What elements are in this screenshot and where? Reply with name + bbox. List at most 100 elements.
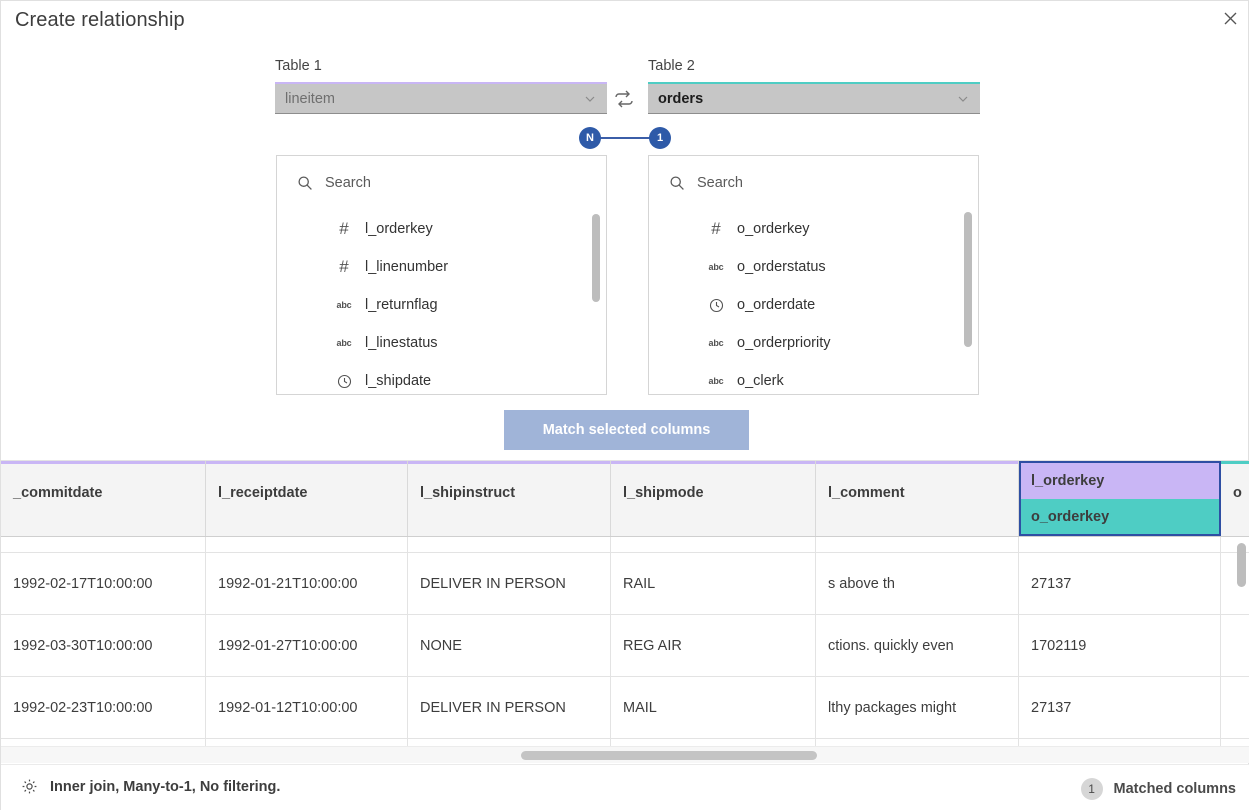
preview-column-header[interactable]: l_shipinstruct <box>408 461 611 536</box>
dialog-title-bar: Create relationship <box>1 1 1249 43</box>
table-cell: lthy packages might <box>816 677 1019 738</box>
table2-column-item[interactable]: # o_orderkey <box>649 210 978 248</box>
clock-type-icon <box>335 374 353 389</box>
matched-header-table2-column: o_orderkey <box>1021 499 1219 535</box>
table-cell <box>1019 537 1221 552</box>
table1-column-panel: Search #l_orderkey#l_linenumberabcl_retu… <box>276 155 607 395</box>
dialog-footer: Inner join, Many-to-1, No filtering. 1 M… <box>1 764 1249 810</box>
table-row: 1992-02-23T10:00:001992-01-12T10:00:00DE… <box>1 677 1249 739</box>
preview-column-header[interactable]: l_comment <box>816 461 1019 536</box>
table-cell <box>1221 677 1249 738</box>
number-type-icon: # <box>707 219 725 239</box>
table-cell: 1992-01-21T10:00:00 <box>206 553 408 614</box>
table-row <box>1 537 1249 553</box>
column-name: o_orderstatus <box>737 259 826 275</box>
preview-column-header[interactable]: l_receiptdate <box>206 461 408 536</box>
table2-column-panel: Search # o_orderkeyabc o_orderstatus o_orde… <box>648 155 979 395</box>
table1-column-item[interactable]: #l_orderkey <box>277 210 606 248</box>
match-selected-columns-button[interactable]: Match selected columns <box>504 410 749 450</box>
matched-columns-count: 1 <box>1081 778 1103 800</box>
column-name: o_orderkey <box>737 221 810 237</box>
search-icon <box>669 175 685 191</box>
table1-column-item[interactable]: # l_linenumber <box>277 248 606 286</box>
column-name: l_returnflag <box>365 297 438 313</box>
table-cell: REG AIR <box>611 615 816 676</box>
column-name: l_linenumber <box>365 259 448 275</box>
close-icon[interactable] <box>1218 6 1242 30</box>
table1-column-item[interactable]: abc l_returnflag <box>277 286 606 324</box>
preview-column-header[interactable]: o <box>1221 461 1249 536</box>
table1-column-item[interactable]: l_shipdate <box>277 362 606 395</box>
table-cell: ctions. quickly even <box>816 615 1019 676</box>
column-name: o_clerk <box>737 373 784 389</box>
column-name: o_orderpriority <box>737 335 831 351</box>
table-row: 1992-03-30T10:00:001992-01-27T10:00:00NO… <box>1 615 1249 677</box>
table2-column-item[interactable]: abc o_orderpriority <box>649 324 978 362</box>
swap-tables-icon[interactable] <box>613 89 635 109</box>
text-type-icon: abc <box>707 262 725 272</box>
table1-search-placeholder: Search <box>325 175 371 191</box>
table-cell: RAIL <box>611 553 816 614</box>
table1-value: lineitem <box>285 91 583 107</box>
table2-column-list: #o_orderkeyabco_orderstatuso_orderdateab… <box>649 210 978 395</box>
table2-search-input[interactable]: Search <box>649 156 978 210</box>
table-cell: NONE <box>408 615 611 676</box>
table-cell: s above th <box>816 553 1019 614</box>
table2-column-item[interactable]: abc o_clerk <box>649 362 978 395</box>
table2-search-placeholder: Search <box>697 175 743 191</box>
column-name: l_linestatus <box>365 335 438 351</box>
table-cell <box>1221 615 1249 676</box>
table-cell <box>611 537 816 552</box>
table2-label: Table 2 <box>648 58 695 74</box>
table1-search-input[interactable]: Search <box>277 156 606 210</box>
table2-list-scrollbar[interactable] <box>964 212 972 347</box>
number-type-icon: # <box>335 219 353 239</box>
table-cell: 1992-02-23T10:00:00 <box>1 677 206 738</box>
join-settings-button[interactable]: Inner join, Many-to-1, No filtering. <box>21 778 280 795</box>
preview-grid-vertical-scrollbar[interactable] <box>1237 543 1246 587</box>
matched-columns-summary: 1 Matched columns <box>1081 778 1236 800</box>
table-cell: DELIVER IN PERSON <box>408 677 611 738</box>
table-cell: 27137 <box>1019 553 1221 614</box>
matched-columns-label: Matched columns <box>1114 781 1236 797</box>
column-name: l_shipdate <box>365 373 431 389</box>
preview-grid-horizontal-scrollbar-thumb[interactable] <box>521 751 817 760</box>
clock-type-icon <box>707 298 725 313</box>
text-type-icon: abc <box>707 338 725 348</box>
preview-grid-horizontal-scrollbar-track[interactable] <box>1 746 1249 763</box>
preview-column-header[interactable]: _commitdate <box>1 461 206 536</box>
table1-label: Table 1 <box>275 58 322 74</box>
table-cell: 1992-03-30T10:00:00 <box>1 615 206 676</box>
text-type-icon: abc <box>707 376 725 386</box>
table1-column-list: #l_orderkey#l_linenumberabcl_returnflaga… <box>277 210 606 395</box>
table2-column-item[interactable]: abc o_orderstatus <box>649 248 978 286</box>
matched-header-table1-column: l_orderkey <box>1021 463 1219 499</box>
table-row: 1992-02-17T10:00:001992-01-21T10:00:00DE… <box>1 553 1249 615</box>
table1-list-scrollbar[interactable] <box>592 214 600 302</box>
table-cell: MAIL <box>611 677 816 738</box>
table2-column-item[interactable]: o_orderdate <box>649 286 978 324</box>
chevron-down-icon <box>583 92 597 106</box>
table2-select[interactable]: orders <box>648 84 980 114</box>
table-cell: 1992-01-27T10:00:00 <box>206 615 408 676</box>
table-cell <box>1 537 206 552</box>
preview-column-header[interactable]: l_shipmode <box>611 461 816 536</box>
search-icon <box>297 175 313 191</box>
number-type-icon: # <box>335 257 353 277</box>
text-type-icon: abc <box>335 338 353 348</box>
table-cell: 1992-01-12T10:00:00 <box>206 677 408 738</box>
create-relationship-dialog: Create relationship Table 1 lineitem Tab… <box>0 0 1249 810</box>
table1-select[interactable]: lineitem <box>275 84 607 114</box>
preview-grid-body: 1992-02-17T10:00:001992-01-21T10:00:00DE… <box>1 537 1249 750</box>
column-name: o_orderdate <box>737 297 815 313</box>
table-cell: DELIVER IN PERSON <box>408 553 611 614</box>
table-cell <box>408 537 611 552</box>
matched-column-header[interactable]: l_orderkeyo_orderkey <box>1019 461 1221 536</box>
table-cell <box>206 537 408 552</box>
table1-column-item[interactable]: abc l_linestatus <box>277 324 606 362</box>
table-cell: 1702119 <box>1019 615 1221 676</box>
table2-value: orders <box>658 91 956 107</box>
preview-grid-header: _commitdatel_receiptdatel_shipinstructl_… <box>1 461 1249 537</box>
text-type-icon: abc <box>335 300 353 310</box>
preview-grid: _commitdatel_receiptdatel_shipinstructl_… <box>1 460 1249 763</box>
